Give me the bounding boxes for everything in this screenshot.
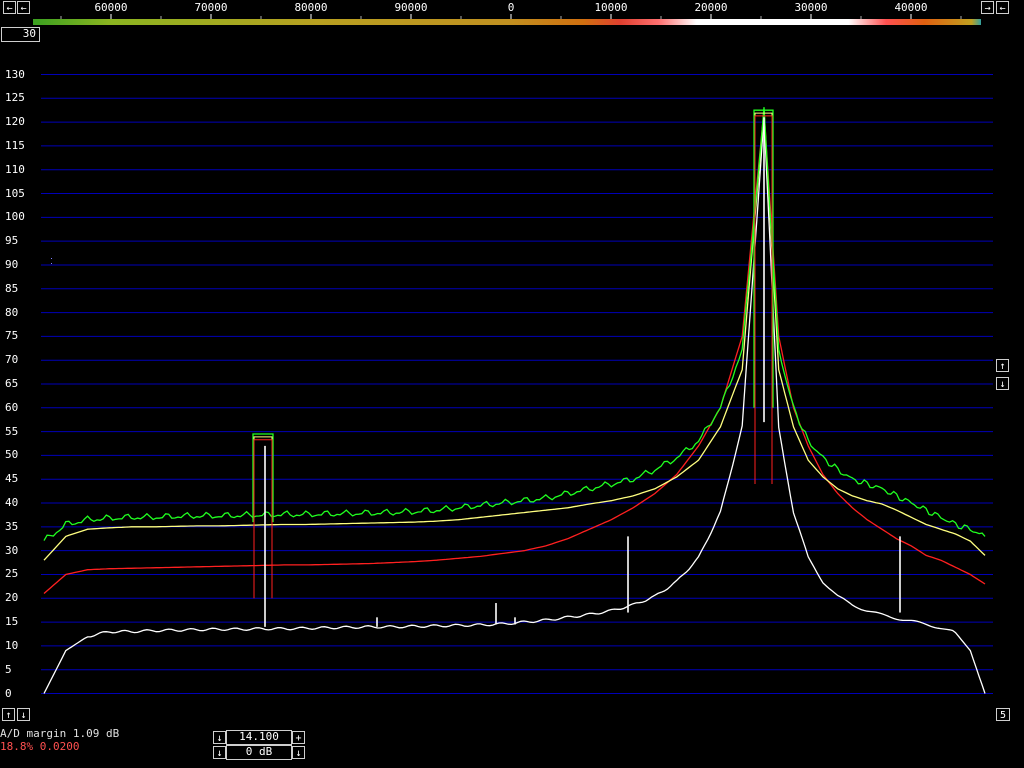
- y-tick-label: 45: [5, 472, 19, 486]
- arrow-down-icon: ↓: [216, 733, 223, 744]
- y-tick-label: 95: [5, 234, 19, 248]
- y-tick-label: 0: [5, 686, 12, 700]
- top-scale-label: 90000: [394, 1, 427, 14]
- y-tick-label: 80: [5, 305, 19, 319]
- arrow-down-icon: ↓: [20, 710, 27, 721]
- y-tick-label: 60: [5, 400, 19, 414]
- yellow-trace: [43, 110, 986, 561]
- red-trace: [43, 110, 986, 594]
- gain-right-button[interactable]: ↓: [292, 746, 305, 759]
- y-tick-label: 130: [5, 67, 25, 81]
- top-scale-label: 40000: [894, 1, 927, 14]
- arrow-left-icon: ←: [999, 3, 1006, 14]
- y-tick-label: 10: [5, 638, 19, 652]
- arrow-up-icon: ↑: [999, 361, 1006, 372]
- colour-scale-bar: [33, 19, 981, 25]
- y-tick-label: 70: [5, 353, 19, 367]
- white-trace: [43, 116, 986, 694]
- y-tick-label: 115: [5, 138, 25, 152]
- frequency-down-button[interactable]: ↓: [213, 731, 226, 744]
- scroll-left-button-2[interactable]: ←: [17, 1, 30, 14]
- top-scale-label: 10000: [594, 1, 627, 14]
- arrow-down-icon: ↓: [999, 379, 1006, 390]
- gain-field[interactable]: 0 dB: [226, 745, 292, 760]
- y-tick-label: 75: [5, 329, 19, 343]
- load-status: 18.8% 0.0200: [0, 740, 80, 753]
- y-tick-label: 110: [5, 162, 25, 176]
- carrier-box: [252, 433, 274, 523]
- top-scale-label: 70000: [194, 1, 227, 14]
- top-scale-label: 60000: [94, 1, 127, 14]
- y-tick-label: 85: [5, 281, 19, 295]
- gain-value: 0 dB: [245, 745, 273, 758]
- ad-margin-status: A/D margin 1.09 dB: [0, 727, 120, 740]
- gain-down-button[interactable]: ↓: [996, 377, 1009, 390]
- arrow-left-icon: ←: [20, 3, 27, 14]
- gain-up-button[interactable]: ↑: [996, 359, 1009, 372]
- y-tick-label: 90: [5, 257, 19, 271]
- y-tick-label: 25: [5, 567, 19, 581]
- marker-dot: [51, 258, 52, 259]
- left-down-button[interactable]: ↓: [17, 708, 30, 721]
- scroll-right-button[interactable]: →: [981, 1, 994, 14]
- scroll-right-button-2[interactable]: ←: [996, 1, 1009, 14]
- gain-down-small-button[interactable]: ↓: [213, 746, 226, 759]
- y-tick-label: 40: [5, 496, 19, 510]
- arrow-down-icon: ↓: [216, 748, 223, 759]
- spectrum-plot[interactable]: [0, 26, 1024, 726]
- y-tick-label: 30: [5, 543, 19, 557]
- arrow-left-icon: ←: [6, 3, 13, 14]
- top-scale-label: 80000: [294, 1, 327, 14]
- top-scale-label: 30000: [794, 1, 827, 14]
- arrow-up-icon: ↑: [5, 710, 12, 721]
- y-tick-label: 125: [5, 91, 25, 105]
- y-tick-label: 120: [5, 115, 25, 129]
- y-tick-label: 105: [5, 186, 25, 200]
- y-tick-label: 5: [5, 662, 12, 676]
- left-up-button[interactable]: ↑: [2, 708, 15, 721]
- frequency-scale[interactable]: 60000 70000 80000 90000 0 10000 20000 30000 4000…: [33, 0, 981, 26]
- marker-dot: [51, 263, 52, 264]
- frequency-field[interactable]: 14.100: [226, 730, 292, 745]
- y-tick-label: 15: [5, 615, 19, 629]
- y-tick-label: 35: [5, 519, 19, 533]
- arrow-down-icon: ↓: [295, 748, 302, 759]
- arrow-right-icon: →: [984, 3, 991, 14]
- scroll-left-button[interactable]: ←: [3, 1, 16, 14]
- y-tick-label: 65: [5, 377, 19, 390]
- scale-value: 5: [999, 710, 1007, 721]
- y-tick-label: 50: [5, 448, 19, 462]
- top-scale-label: 0: [508, 1, 515, 14]
- y-tick-label: 20: [5, 591, 19, 605]
- y-tick-label: 100: [5, 210, 25, 224]
- crosshair-icon: +: [295, 733, 302, 744]
- scale-value-box[interactable]: 5: [996, 708, 1010, 721]
- green-trace: [43, 107, 986, 541]
- frequency-value: 14.100: [239, 730, 279, 743]
- frequency-right-button[interactable]: +: [292, 731, 305, 744]
- y-tick-label: 55: [5, 424, 19, 438]
- top-scale-label: 20000: [694, 1, 727, 14]
